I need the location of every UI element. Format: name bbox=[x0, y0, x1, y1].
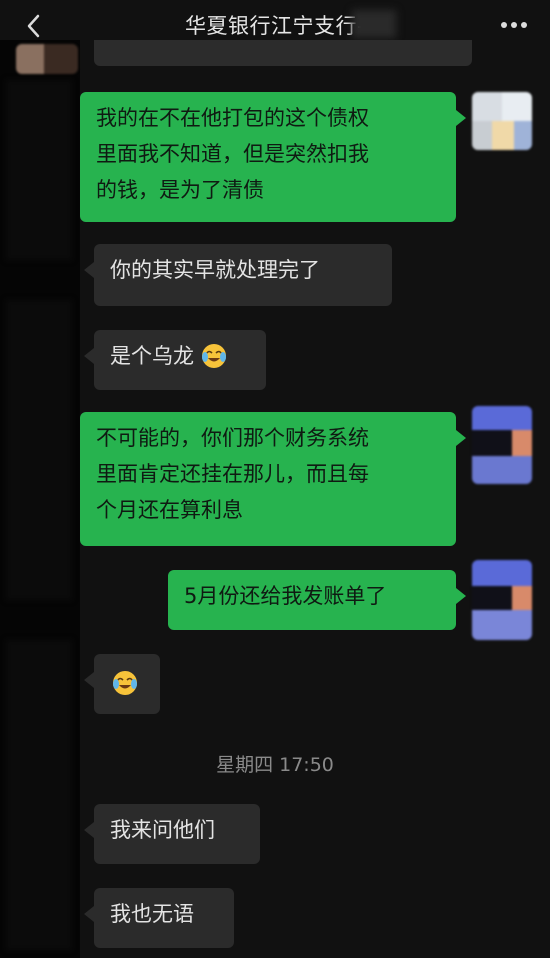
message-line: 个月还在算利息 bbox=[96, 498, 243, 522]
message-text: 我来问他们 bbox=[110, 818, 215, 842]
message-line: 里面我不知道，但是突然扣我 bbox=[96, 142, 369, 166]
chat-title: 华夏银行江宁支行- bbox=[184, 14, 366, 38]
message-bubble-outgoing[interactable]: 5月份还给我发账单了 bbox=[168, 570, 466, 630]
message-line: 的钱，是为了清债 bbox=[96, 178, 264, 202]
message-line: 我的在不在他打包的这个债权 bbox=[96, 106, 369, 130]
message-text: 5月份还给我发账单了 bbox=[184, 584, 387, 608]
message-bubble-incoming[interactable]: 我也无语 bbox=[84, 888, 234, 948]
message-text: 你的其实早就处理完了 bbox=[110, 258, 320, 282]
left-redaction-mask bbox=[0, 40, 80, 958]
crying-laughing-emoji-icon bbox=[113, 671, 137, 695]
contact-avatar[interactable] bbox=[16, 44, 78, 74]
message-bubble-incoming[interactable]: 你的其实早就处理完了 bbox=[84, 244, 392, 306]
title-redaction bbox=[352, 10, 396, 38]
previous-message-stub bbox=[94, 40, 472, 66]
message-bubble-outgoing[interactable]: 不可能的，你们那个财务系统 里面肯定还挂在那儿，而且每 个月还在算利息 bbox=[80, 412, 466, 546]
more-button[interactable] bbox=[496, 10, 532, 40]
message-bubble-outgoing[interactable]: 我的在不在他打包的这个债权 里面我不知道，但是突然扣我 的钱，是为了清债 bbox=[80, 92, 466, 222]
more-dots-icon bbox=[501, 22, 527, 28]
message-line: 里面肯定还挂在那儿，而且每 bbox=[96, 462, 369, 486]
message-line: 不可能的，你们那个财务系统 bbox=[96, 426, 369, 450]
message-timestamp: 星期四 17:50 bbox=[216, 754, 334, 776]
my-avatar[interactable] bbox=[472, 560, 532, 640]
my-avatar[interactable] bbox=[472, 406, 532, 484]
message-text: 我也无语 bbox=[110, 902, 194, 926]
message-bubble-incoming[interactable] bbox=[84, 654, 160, 714]
my-avatar[interactable] bbox=[472, 92, 532, 150]
crying-laughing-emoji-icon bbox=[201, 344, 226, 368]
message-bubble-incoming[interactable]: 是个乌龙 bbox=[84, 330, 266, 390]
message-bubble-incoming[interactable]: 我来问他们 bbox=[84, 804, 260, 864]
message-text: 是个乌龙 bbox=[110, 344, 194, 368]
